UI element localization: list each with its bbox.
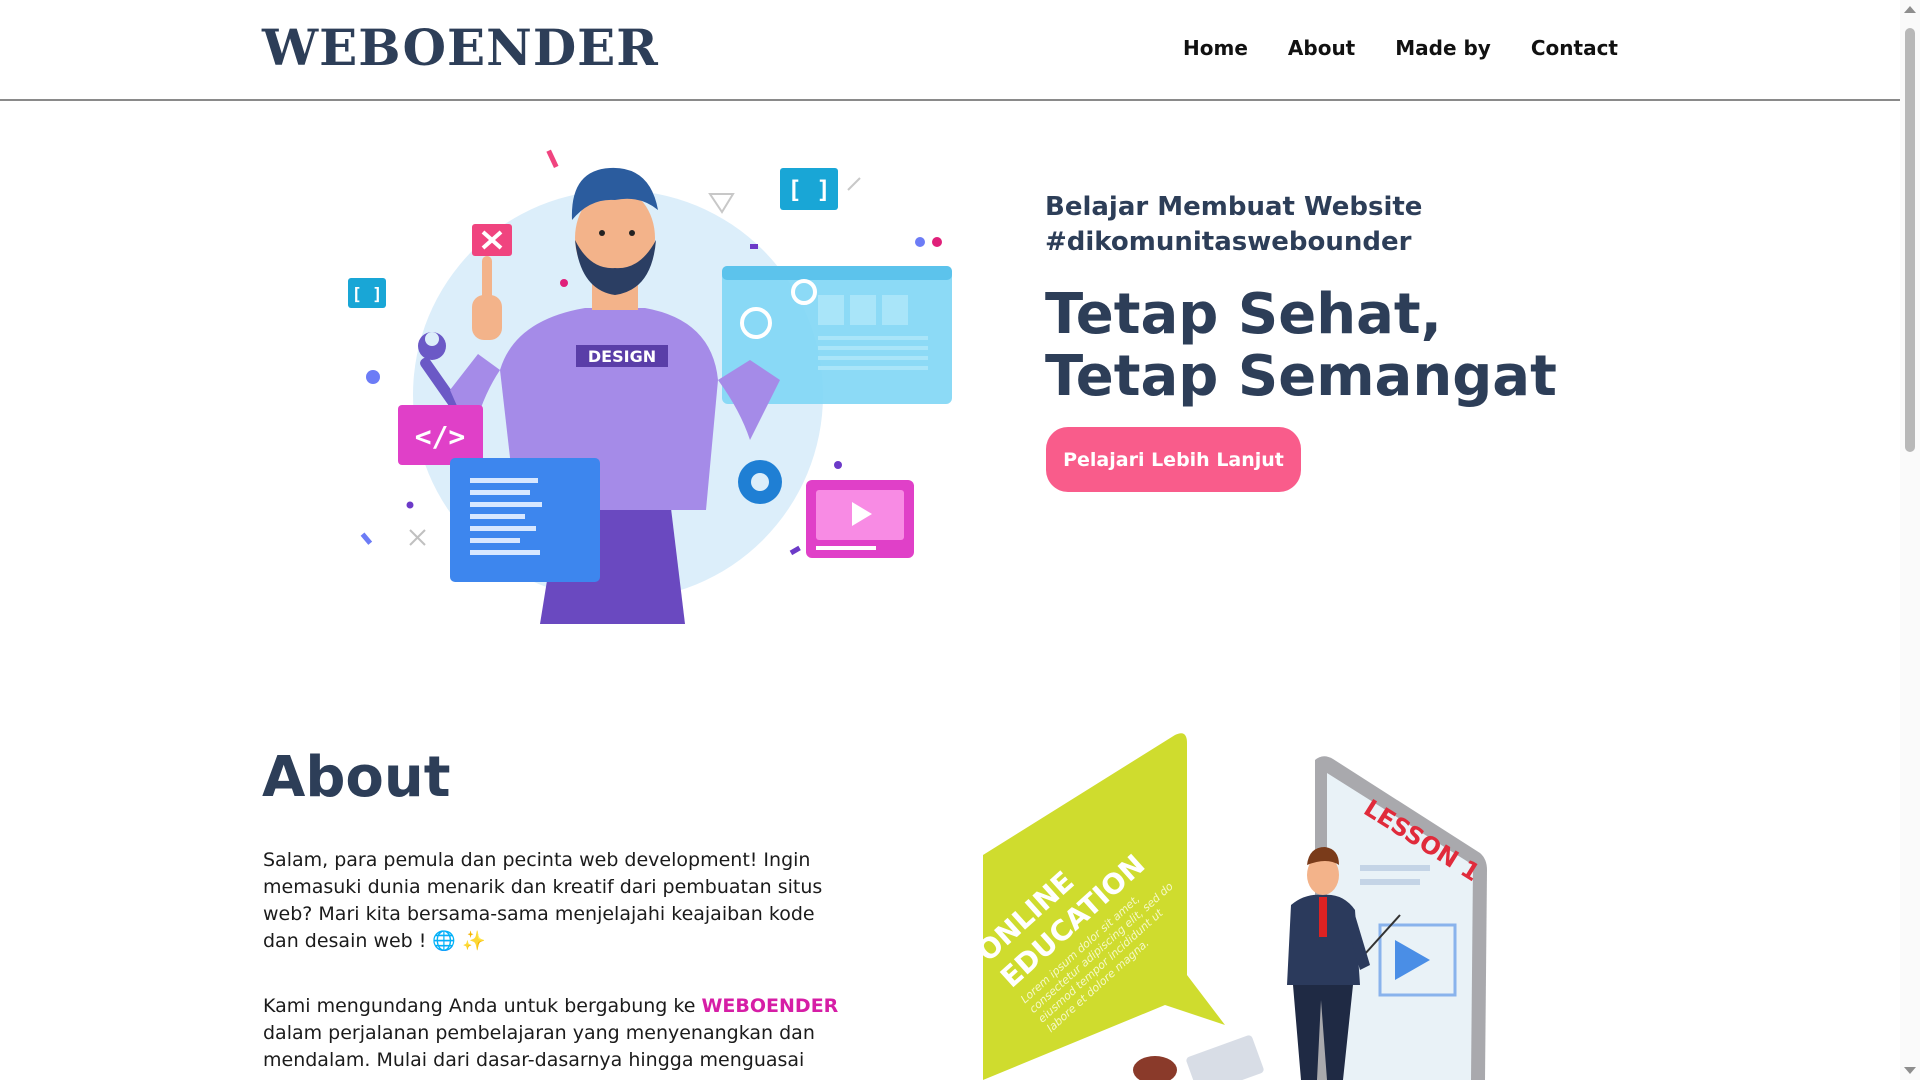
hero-hashtag: #dikomunitaswebounder <box>1045 227 1412 257</box>
scroll-up-arrow-icon[interactable] <box>1904 6 1916 13</box>
scroll-down-arrow-icon[interactable] <box>1904 1067 1916 1074</box>
hero-title: Tetap Sehat, Tetap Semangat <box>1045 282 1557 409</box>
about-paragraph-2-start: Kami mengundang Anda untuk bergabung ke <box>263 995 702 1017</box>
page-scrollbar[interactable] <box>1900 0 1920 1080</box>
code-badge-text: </> <box>415 420 466 453</box>
learn-more-button[interactable]: Pelajari Lebih Lanjut <box>1046 427 1301 492</box>
main-nav: Home About Made by Contact <box>1183 36 1618 60</box>
nav-home[interactable]: Home <box>1183 36 1248 60</box>
online-education-illustration: ONLINE EDUCATION Lorem ipsum dolor sit a… <box>975 733 1487 1080</box>
navbar: WEBOENDER Home About Made by Contact <box>0 0 1900 101</box>
brand-logo[interactable]: WEBOENDER <box>262 18 659 77</box>
nav-contact[interactable]: Contact <box>1531 36 1618 60</box>
about-paragraph-2-rest: dalam perjalanan pembelajaran yang menye… <box>263 1022 815 1071</box>
nav-about[interactable]: About <box>1288 36 1355 60</box>
scroll-thumb[interactable] <box>1905 28 1915 452</box>
shirt-text: DESIGN <box>588 347 656 366</box>
hero-subtitle-line1: Belajar Membuat Website <box>1045 192 1423 222</box>
hero-illustration: [ ] [ ] DESIGN </> <box>348 149 952 624</box>
about-paragraph-1: Salam, para pemula dan pecinta web devel… <box>263 849 823 952</box>
bracket-badge-text: [ ] <box>787 176 830 204</box>
about-paragraph-2: Kami mengundang Anda untuk bergabung ke … <box>263 993 853 1074</box>
inline-brand-name: WEBOENDER <box>701 995 839 1017</box>
hero-subtitle: Belajar Membuat Website #dikomunitaswebo… <box>1045 190 1605 260</box>
small-bracket-badge-text: [ ] <box>352 285 383 305</box>
nav-made-by[interactable]: Made by <box>1395 36 1491 60</box>
about-title: About <box>262 745 451 810</box>
